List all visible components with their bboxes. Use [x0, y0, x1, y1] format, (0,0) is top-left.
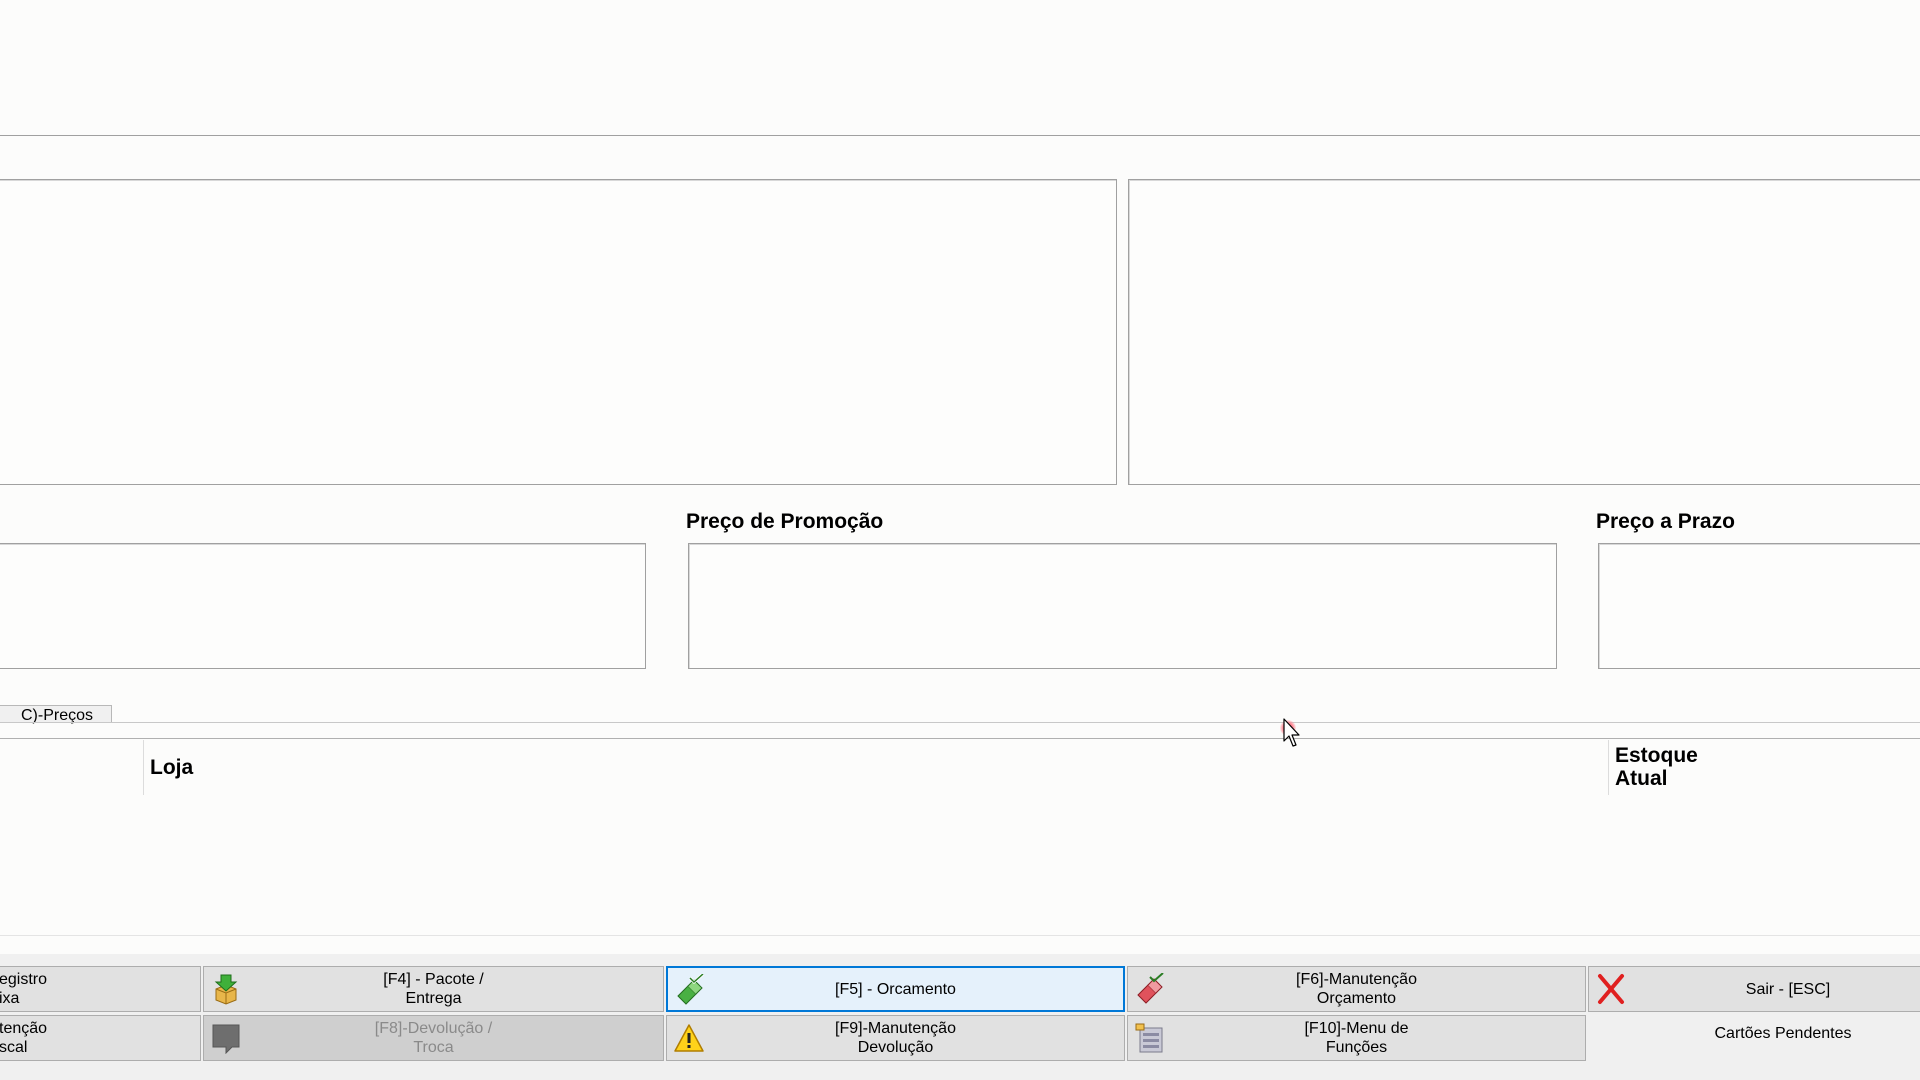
product-info-panel-left: [0, 179, 1117, 485]
orcamento-button[interactable]: [F5] - Orcamento: [666, 966, 1125, 1012]
warning-icon: [674, 1024, 704, 1052]
grid-header-estoque-atual[interactable]: Estoque Atual: [1615, 744, 1715, 790]
eraser-check-icon: [1137, 973, 1164, 1004]
product-info-panel-right: [1128, 179, 1920, 485]
function-toolbar: egistro ixa [F4] - Pacote / Entrega [F5]…: [0, 954, 1920, 1080]
manutencao-orcamento-button[interactable]: [F6]-Manutenção Orçamento: [1127, 966, 1586, 1012]
price-field-left[interactable]: [0, 543, 646, 669]
menu-funcoes-label: [F10]-Menu de Funções: [1304, 1020, 1409, 1056]
orcamento-label: [F5] - Orcamento: [835, 980, 956, 998]
pacote-entrega-button[interactable]: [F4] - Pacote / Entrega: [203, 966, 664, 1012]
cartoes-pendentes-label: Cartões Pendentes: [1714, 1025, 1852, 1042]
package-download-icon: [214, 974, 238, 1005]
grid-col-divider-1: [143, 740, 144, 795]
registro-caixa-label: egistro ixa: [0, 971, 48, 1007]
manutencao-orcamento-label: [F6]-Manutenção Orçamento: [1296, 971, 1417, 1007]
devolucao-troca-button[interactable]: [F8]-Devolução / Troca: [203, 1015, 664, 1061]
tab-strip-line: [0, 722, 1920, 723]
mouse-cursor-icon: [1283, 718, 1300, 747]
manutencao-devolucao-label: [F9]-Manutenção Devolução: [835, 1020, 956, 1056]
grid-header-loja[interactable]: Loja: [150, 756, 193, 779]
grid-header-estoque-atual-text: Estoque Atual: [1615, 744, 1698, 790]
red-x-icon: [1598, 974, 1624, 1004]
menu-funcoes-button[interactable]: [F10]-Menu de Funções: [1127, 1015, 1586, 1061]
sair-label: Sair - [ESC]: [1745, 980, 1831, 998]
grid-top-line: [0, 738, 1920, 739]
cartoes-pendentes-button[interactable]: Cartões Pendentes: [1588, 1015, 1920, 1061]
preco-promocao-field[interactable]: [688, 543, 1557, 669]
preco-prazo-label: Preço a Prazo: [1596, 510, 1735, 533]
manutencao-fiscal-button[interactable]: tenção scal: [0, 1015, 201, 1061]
tab-precos[interactable]: C)-Preços: [0, 705, 112, 724]
sair-button[interactable]: Sair - [ESC]: [1588, 966, 1920, 1012]
pacote-entrega-label: [F4] - Pacote / Entrega: [383, 971, 484, 1007]
devolucao-troca-label: [F8]-Devolução / Troca: [374, 1020, 493, 1056]
gray-box-icon: [212, 1024, 240, 1054]
manutencao-devolucao-button[interactable]: [F9]-Manutenção Devolução: [666, 1015, 1125, 1061]
manutencao-fiscal-label: tenção scal: [0, 1020, 48, 1056]
top-separator: [0, 135, 1920, 136]
registro-caixa-button[interactable]: egistro ixa: [0, 966, 201, 1012]
menu-list-icon: [1135, 1023, 1163, 1053]
grid-bottom-line: [0, 935, 1920, 936]
preco-promocao-label: Preço de Promoção: [686, 510, 884, 533]
brush-check-icon: [677, 974, 704, 1005]
preco-prazo-field[interactable]: [1598, 543, 1920, 669]
grid-col-divider-2: [1608, 740, 1609, 795]
